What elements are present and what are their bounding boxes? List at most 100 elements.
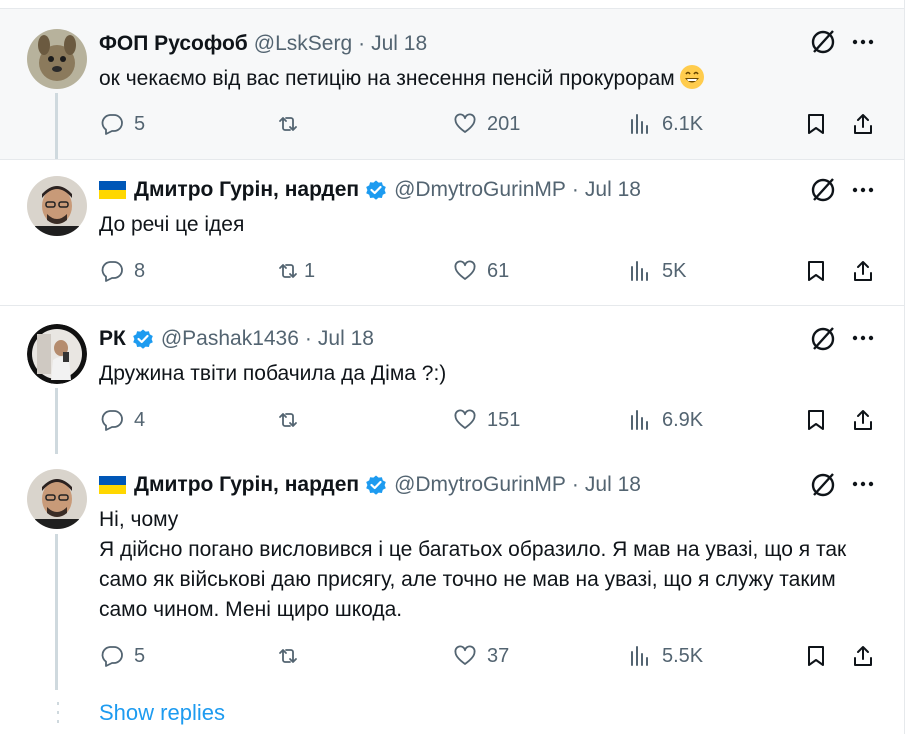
like-count: 151 (487, 408, 521, 431)
reply-button[interactable]: 8 (100, 259, 145, 283)
timeline: ФОП Русофоб @LskSerg · Jul 18 ок чекаємо… (0, 0, 911, 734)
bookmark-button[interactable] (804, 112, 828, 136)
grok-icon[interactable] (806, 468, 840, 502)
repost-button[interactable] (276, 644, 310, 668)
dog-photo-avatar-icon (27, 29, 87, 89)
author-name[interactable]: Дмитро Гурін, нардеп (134, 473, 359, 497)
repost-count: 1 (304, 259, 316, 282)
bookmark-button[interactable] (804, 259, 828, 283)
repost-button[interactable] (276, 408, 310, 432)
like-button[interactable]: 201 (453, 112, 520, 136)
thread-line (55, 388, 58, 454)
bookmark-icon (808, 410, 824, 430)
author-handle[interactable]: @DmytroGurinMP (394, 473, 566, 497)
repost-button[interactable] (276, 112, 310, 136)
tweet-4[interactable]: Дмитро Гурін, нардеп @DmytroGurinMP · Ju… (0, 454, 904, 734)
tweet-header: Дмитро Гурін, нардеп @DmytroGurinMP · Ju… (99, 471, 641, 499)
separator-dot: · (304, 327, 312, 350)
like-count: 201 (487, 112, 521, 135)
ukraine-flag-icon (99, 181, 126, 199)
repost-icon (279, 264, 297, 278)
share-icon (854, 646, 872, 666)
separator-dot: · (571, 178, 579, 201)
heart-icon (454, 113, 476, 133)
tweet-date[interactable]: Jul 18 (371, 32, 427, 56)
bookmark-button[interactable] (804, 644, 828, 668)
verified-badge-icon (366, 475, 386, 495)
reply-count: 8 (134, 259, 146, 282)
reply-count: 5 (134, 644, 146, 667)
tweet-3[interactable]: РК @Pashak1436 · Jul 18 Дружина твіти по… (0, 306, 904, 454)
reply-icon (101, 261, 123, 282)
share-icon (854, 114, 872, 134)
author-name[interactable]: Дмитро Гурін, нардеп (134, 178, 359, 202)
verified-badge-icon (366, 180, 386, 200)
more-options-icon[interactable] (848, 27, 878, 57)
views-count: 5.5K (662, 644, 704, 667)
repost-icon (279, 413, 297, 427)
repost-icon (279, 117, 297, 131)
views-count: 5K (662, 259, 687, 282)
grok-icon[interactable] (806, 173, 840, 207)
tweet-text: ок чекаємо від вас петицію на знесення п… (99, 64, 889, 94)
tweet-2[interactable]: Дмитро Гурін, нардеп @DmytroGurinMP · Ju… (0, 160, 904, 305)
bookmark-button[interactable] (804, 408, 828, 432)
more-options-icon[interactable] (848, 175, 878, 205)
more-options-icon[interactable] (848, 323, 878, 353)
grok-icon[interactable] (806, 25, 840, 59)
tweet-date[interactable]: Jul 18 (318, 327, 374, 351)
separator-dot: · (358, 32, 366, 55)
tweet-text-line: Ні, чому (99, 508, 179, 531)
reply-button[interactable]: 5 (100, 112, 145, 136)
author-handle[interactable]: @DmytroGurinMP (394, 178, 566, 202)
tweet-date[interactable]: Jul 18 (585, 473, 641, 497)
views-icon (631, 646, 648, 666)
reply-button[interactable]: 5 (100, 644, 145, 668)
tweet-text-line: Я дійсно погано висловився і це багатьох… (99, 538, 847, 621)
reply-button[interactable]: 4 (100, 408, 145, 432)
author-handle[interactable]: @Pashak1436 (161, 327, 299, 351)
tweet-1[interactable]: ФОП Русофоб @LskSerg · Jul 18 ок чекаємо… (0, 9, 904, 159)
show-replies-link[interactable]: Show replies (99, 700, 225, 726)
repost-icon (279, 649, 297, 663)
more-options-icon[interactable] (848, 469, 878, 499)
views-button[interactable]: 6.1K (628, 112, 703, 136)
like-button[interactable]: 37 (453, 644, 509, 668)
tweet-header: ФОП Русофоб @LskSerg · Jul 18 (99, 30, 427, 58)
views-button[interactable]: 5.5K (628, 644, 703, 668)
tweet-date[interactable]: Jul 18 (585, 178, 641, 202)
share-button[interactable] (851, 259, 875, 283)
heart-icon (454, 645, 476, 665)
author-handle[interactable]: @LskSerg (254, 32, 352, 56)
tweet-header: Дмитро Гурін, нардеп @DmytroGurinMP · Ju… (99, 176, 641, 204)
like-button[interactable]: 61 (453, 259, 509, 283)
avatar[interactable] (27, 324, 87, 384)
repost-button[interactable]: 1 (276, 259, 315, 283)
tweet-text: До речі це ідея (99, 210, 889, 240)
person-photo-avatar-icon (27, 324, 87, 384)
author-name[interactable]: РК (99, 327, 126, 351)
heart-icon (454, 409, 476, 429)
reply-icon (101, 646, 123, 667)
separator-dot: · (571, 473, 579, 496)
like-button[interactable]: 151 (453, 408, 520, 432)
avatar[interactable] (27, 176, 87, 236)
tweet-text-line: Дружина твіти побачила да Діма ?:) (99, 362, 447, 385)
man-photo-avatar-icon (27, 469, 87, 529)
views-button[interactable]: 5K (628, 259, 686, 283)
author-name[interactable]: ФОП Русофоб (99, 32, 248, 56)
avatar[interactable] (27, 29, 87, 89)
share-button[interactable] (851, 644, 875, 668)
bookmark-icon (808, 646, 824, 666)
share-button[interactable] (851, 112, 875, 136)
tweet-text: Дружина твіти побачила да Діма ?:) (99, 359, 889, 389)
tweet-text-line: ок чекаємо від вас петицію на знесення п… (99, 67, 675, 90)
like-count: 61 (487, 259, 510, 282)
share-button[interactable] (851, 408, 875, 432)
bookmark-icon (808, 114, 824, 134)
views-button[interactable]: 6.9K (628, 408, 703, 432)
like-count: 37 (487, 644, 510, 667)
man-photo-avatar-icon (27, 176, 87, 236)
avatar[interactable] (27, 469, 87, 529)
grok-icon[interactable] (806, 322, 840, 356)
